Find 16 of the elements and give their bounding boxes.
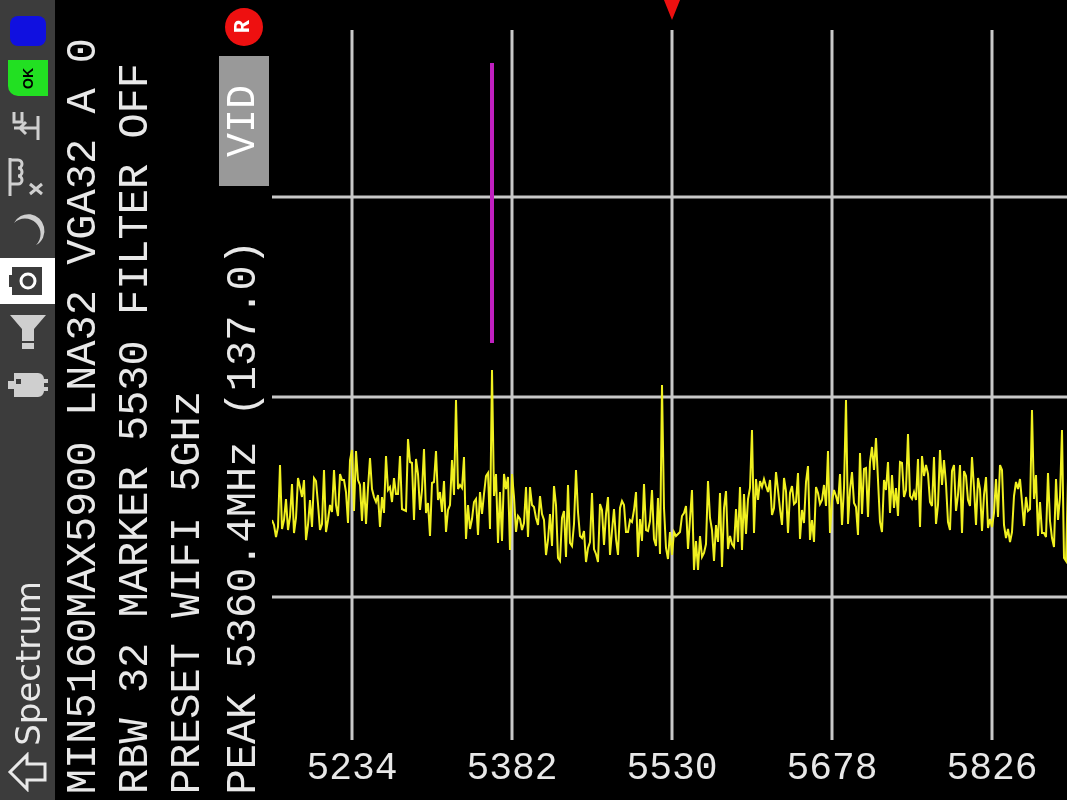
status-line: PEAK 5360.4MHz (137.0) (223, 239, 265, 794)
tool-button[interactable] (0, 258, 55, 304)
axis-label: 5826 (946, 750, 1038, 788)
status-line: MIN5160MAX5900 LNA32 VGA32 A 0 (63, 37, 105, 794)
arrow-icon[interactable] (6, 752, 49, 792)
axis-label: 5234 (306, 750, 398, 788)
axis-label: 5382 (466, 750, 558, 788)
axis-label: 5678 (786, 750, 878, 788)
record-badge: R (225, 8, 263, 46)
triangle-marker-icon (664, 0, 680, 20)
status-line: PRESET WIFI 5GHz (167, 390, 209, 794)
axis-label: 5530 (626, 750, 718, 788)
rounded-square-icon (7, 14, 48, 48)
status-line: RBW 32 MARKER 5530 FILTER OFF (115, 63, 157, 794)
mode-title: Spectrum (10, 581, 45, 746)
ok-badge[interactable]: OK (7, 60, 48, 96)
